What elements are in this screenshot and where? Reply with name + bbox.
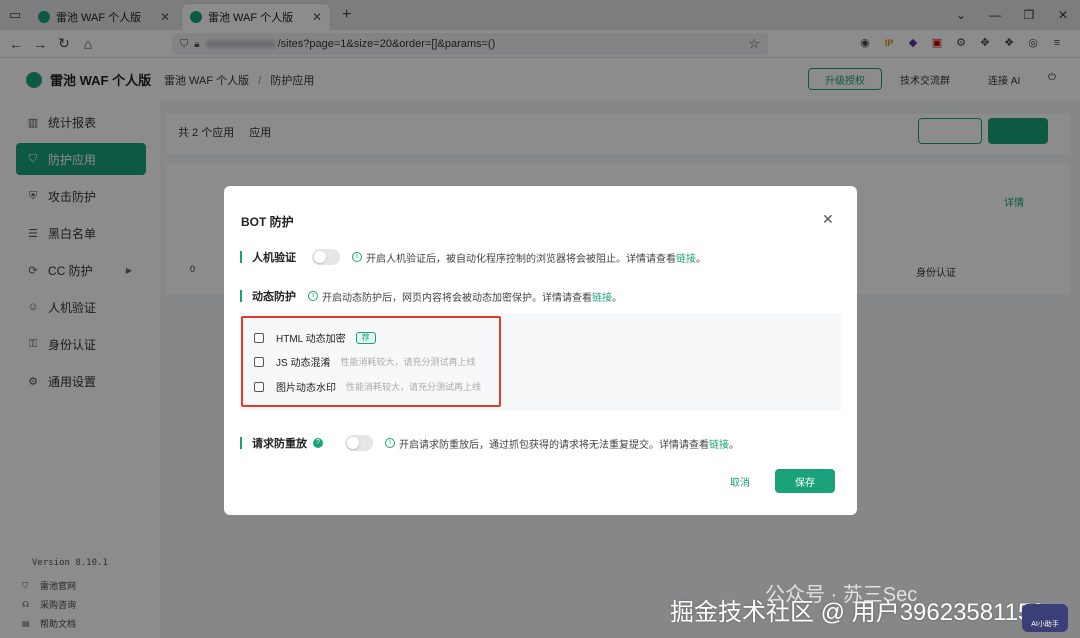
desc-end: 。 [612, 292, 622, 304]
doc-link[interactable]: 链接 [709, 440, 729, 451]
desc-end: 。 [696, 253, 706, 265]
section-desc: 开启人机验证后，被自动化程序控制的浏览器将会被阻止。详情请查看链接。 [366, 250, 706, 265]
dynamic-section: 动态防护 i 开启动态防护后，网页内容将会被动态加密保护。详情请查看链接。 [240, 288, 622, 304]
desc-text: 开启动态防护后，网页内容将会被动态加密保护。详情请查看 [322, 292, 592, 304]
save-button[interactable]: 保存 [775, 469, 835, 493]
section-label: 人机验证 [252, 252, 296, 264]
doc-link[interactable]: 链接 [676, 254, 696, 265]
modal-title: BOT 防护 [241, 215, 294, 229]
section-bar [240, 251, 242, 263]
section-bar [240, 290, 242, 302]
desc-text: 开启人机验证后，被自动化程序控制的浏览器将会被阻止。详情请查看 [366, 253, 676, 265]
site-watermark: 掘金技术社区 @ 用户3962358115​3 [670, 599, 1045, 626]
replay-toggle[interactable] [345, 435, 373, 451]
bot-protection-modal: BOT 防护 ✕ 人机验证 i 开启人机验证后，被自动化程序控制的浏览器将会被阻… [224, 186, 857, 515]
section-bar [240, 437, 242, 449]
section-desc: 开启动态防护后，网页内容将会被动态加密保护。详情请查看链接。 [322, 289, 622, 304]
section-label: 动态防护 [252, 291, 296, 303]
section-desc: 开启请求防重放后，通过抓包获得的请求将无法重复提交。详情请查看链接。 [399, 436, 739, 451]
captcha-section: 人机验证 i 开启人机验证后，被自动化程序控制的浏览器将会被阻止。详情请查看链接… [240, 249, 706, 265]
info-icon: i [352, 252, 362, 262]
desc-text: 开启请求防重放后，通过抓包获得的请求将无法重复提交。详情请查看 [399, 439, 709, 451]
doc-link[interactable]: 链接 [592, 293, 612, 304]
ai-badge-label: AI小助手 [1031, 621, 1059, 628]
info-icon: i [385, 438, 395, 448]
help-icon[interactable]: ? [313, 438, 323, 448]
close-icon[interactable]: ✕ [822, 211, 834, 228]
cancel-button[interactable]: 取消 [714, 469, 766, 493]
captcha-toggle[interactable] [312, 249, 340, 265]
desc-end: 。 [729, 439, 739, 451]
replay-section: 请求防重放 ? i 开启请求防重放后，通过抓包获得的请求将无法重复提交。详情请查… [240, 435, 739, 451]
highlight-box [241, 316, 501, 407]
section-label: 请求防重放 [252, 438, 307, 450]
ai-assistant-badge[interactable]: AI小助手 [1022, 604, 1068, 632]
info-icon: i [308, 291, 318, 301]
